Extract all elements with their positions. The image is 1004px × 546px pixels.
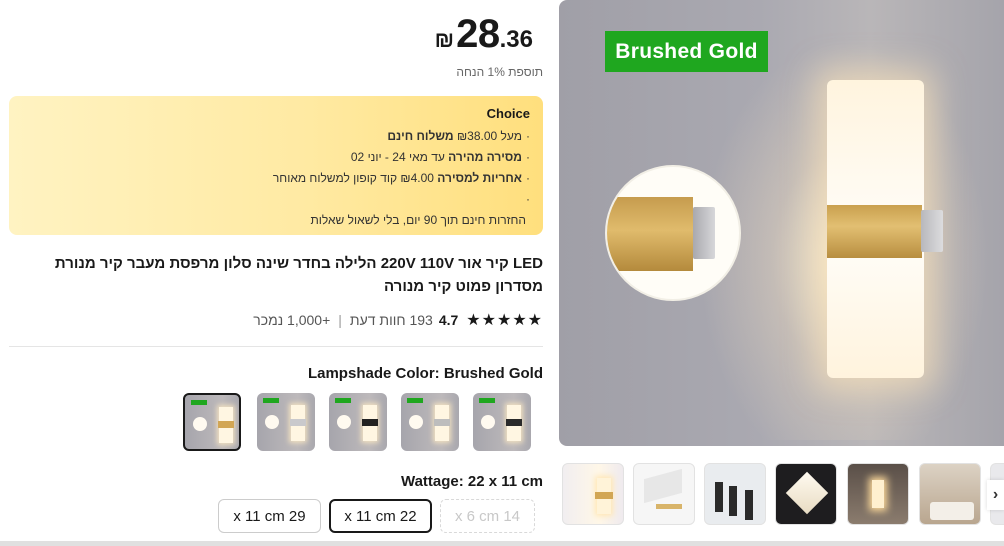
choice-line-bullet: · (526, 192, 530, 206)
swatch-detail-circle (481, 415, 495, 429)
separator: | (338, 312, 342, 328)
choice-line-text: עד מאי 24 - יוני 02 (350, 150, 449, 164)
rating-value: 4.7 (438, 312, 459, 328)
swatch-label-tag (479, 398, 495, 403)
price-decimal: .36 (499, 26, 533, 53)
choice-benefit-line: · אחריות למסירה ₪4.00 קוד קופון למשלוח מא… (22, 168, 530, 189)
swatch-band (506, 419, 522, 426)
choice-line-bullet: · (526, 150, 530, 164)
choice-line-label: מסירה מהירה (448, 150, 522, 164)
color-swatch[interactable] (401, 393, 459, 451)
color-swatches (183, 393, 543, 453)
swatch-detail-circle (409, 415, 423, 429)
bottom-scroll-edge (0, 541, 1004, 546)
rating-row: ★★★★★ 4.7 193 חוות דעת | +1,000 נמכר (253, 310, 543, 330)
choice-benefits-list: · מעל ₪38.00 משלוח חינם · מסירה מהירה עד מא… (22, 126, 530, 231)
swatch-band (218, 421, 234, 428)
swatch-label-tag (407, 398, 423, 403)
choice-line-text: החזרות חינם תוך 90 יום, בלי לשאול שאלות (310, 213, 526, 227)
swatch-detail-circle (265, 415, 279, 429)
lamp-bracket (921, 210, 943, 252)
swatch-label-tag (191, 400, 207, 405)
swatch-detail-circle (337, 415, 351, 429)
color-swatch[interactable] (183, 393, 241, 451)
choice-benefit-line: החזרות חינם תוך 90 יום, בלי לשאול שאלות (22, 210, 530, 231)
choice-benefits-box: Choice · מעל ₪38.00 משלוח חינם · מסירה מהיר… (9, 96, 543, 235)
choice-line-text: מעל (497, 129, 522, 143)
sold-count: +1,000 נמכר (253, 312, 331, 328)
choice-benefit-line: · מעל ₪38.00 משלוח חינם (22, 126, 530, 147)
choice-line-amount: ₪38.00 (456, 129, 498, 143)
product-title: LED קיר אור 220V 110V הלילה בחדר שינה סל… (54, 255, 543, 295)
thumbnail[interactable] (562, 463, 624, 525)
chevron-right-icon[interactable]: › (987, 480, 1004, 510)
divider (9, 346, 543, 347)
thumbnail[interactable] (775, 463, 837, 525)
choice-title: Choice (486, 106, 530, 121)
price: ₪ 28 .36 (435, 12, 533, 57)
detail-bracket (693, 207, 715, 259)
swatch-band (362, 419, 378, 426)
choice-benefit-line: · מסירה מהירה עד מאי 24 - יוני 02 (22, 147, 530, 168)
choice-line-bullet: · (526, 171, 530, 185)
choice-line-label: משלוח חינם (387, 129, 457, 143)
color-option-label: Lampshade Color: Brushed Gold (307, 365, 543, 382)
color-swatch[interactable] (257, 393, 315, 451)
swatch-band (434, 419, 450, 426)
thumbnail[interactable] (704, 463, 766, 525)
thumbnail[interactable] (919, 463, 981, 525)
choice-benefit-line: · (22, 189, 530, 210)
thumbnail[interactable] (633, 463, 695, 525)
image-color-label: Brushed Gold (605, 31, 768, 72)
wattage-option-label: Wattage: 22 x 11 cm (400, 473, 543, 490)
choice-line-label: אחריות למסירה (437, 171, 522, 185)
swatch-detail-circle (193, 417, 207, 431)
swatch-label-tag (335, 398, 351, 403)
color-swatch[interactable] (473, 393, 531, 451)
swatch-band (290, 419, 306, 426)
review-count[interactable]: 193 חוות דעת (350, 312, 433, 328)
color-swatch[interactable] (329, 393, 387, 451)
lamp-gold-band (827, 205, 922, 258)
thumbnail[interactable] (847, 463, 909, 525)
main-product-image[interactable]: Brushed Gold (559, 0, 1004, 446)
size-option-button: x 6 cm 14 (440, 499, 535, 533)
detail-gold-band (607, 197, 693, 271)
size-option-button[interactable]: x 11 cm 29 (218, 499, 321, 533)
detail-zoom-circle (605, 165, 741, 301)
size-option-button[interactable]: x 11 cm 22 (329, 499, 432, 533)
thumbnail-strip (562, 463, 1004, 526)
swatch-label-tag (263, 398, 279, 403)
currency-symbol: ₪ (434, 27, 455, 52)
choice-line-bullet: · (526, 129, 530, 143)
choice-line-text: ₪4.00 קוד קופון למשלוח מאוחר (272, 171, 438, 185)
discount-note: תוספת 1% הנחה (456, 65, 543, 79)
price-integer: 28 (456, 12, 500, 56)
rating-stars: ★★★★★ (466, 312, 543, 329)
